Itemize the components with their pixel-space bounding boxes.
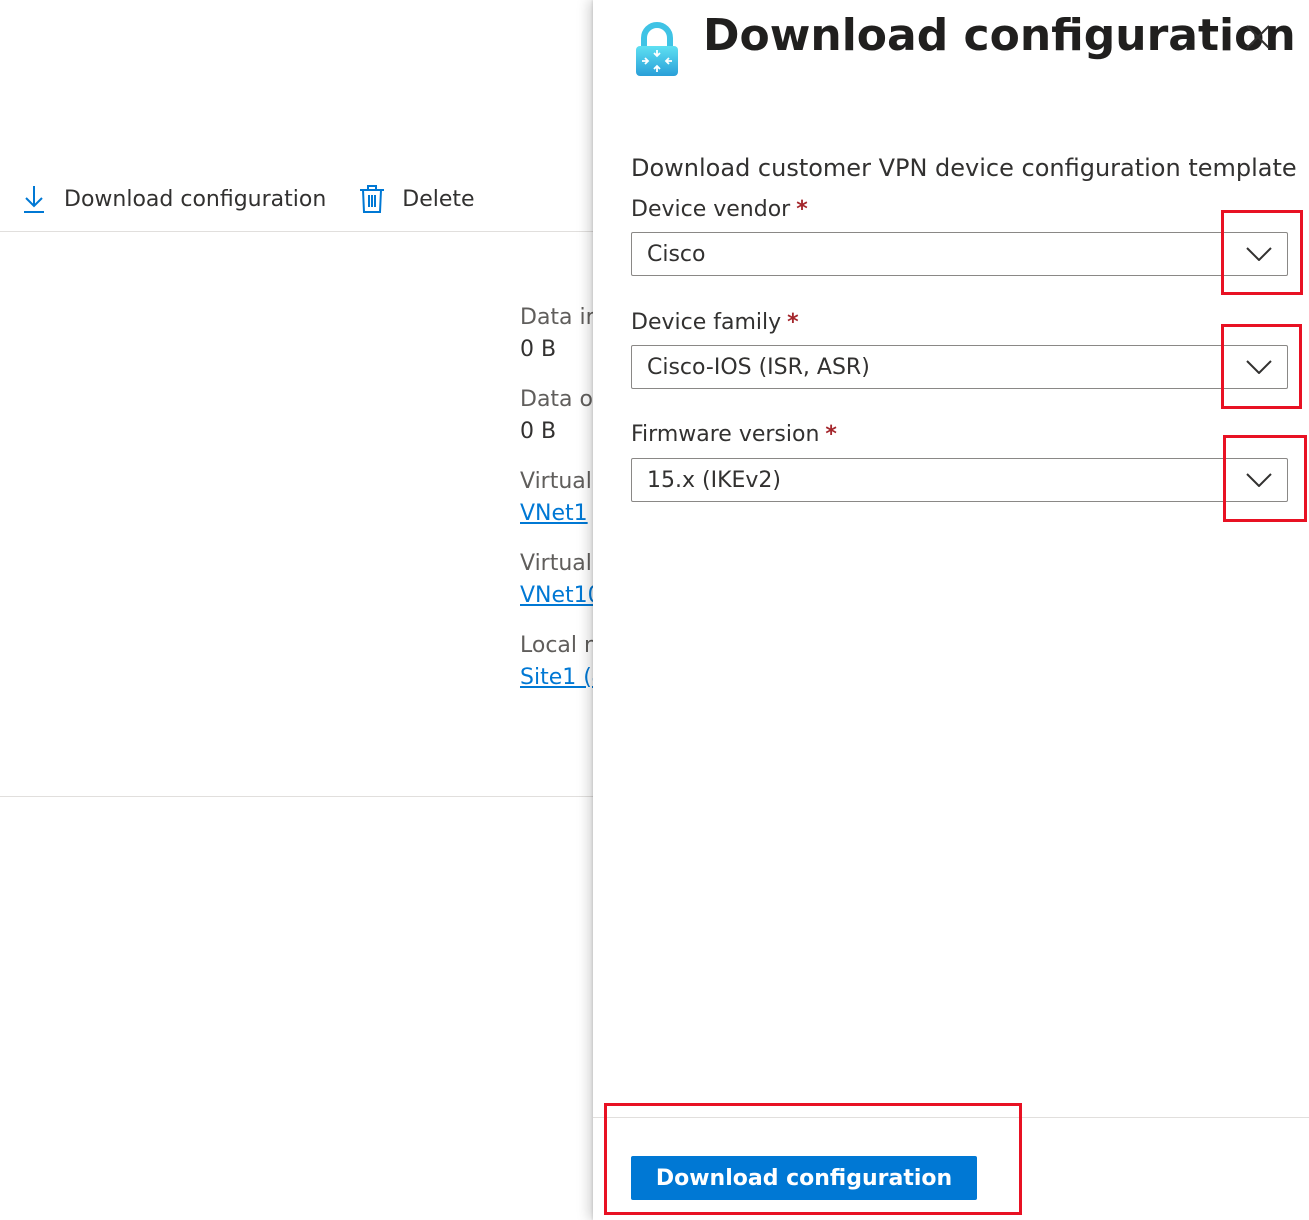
essentials-properties: Data in 0 B Data out 0 B Virtual network… <box>520 302 593 712</box>
property-link[interactable]: VNet1 <box>520 498 593 530</box>
device-family-dropdown[interactable]: Cisco-IOS (ISR, ASR) <box>631 345 1288 389</box>
delete-command[interactable]: Delete <box>358 176 475 222</box>
download-configuration-panel: Download configuration Download customer… <box>593 0 1309 1220</box>
field-label-text: Firmware version <box>631 422 820 447</box>
device-family-label: Device family * <box>631 307 799 339</box>
dropdown-selected-value: Cisco-IOS (ISR, ASR) <box>647 354 870 380</box>
property-link[interactable]: VNet10 <box>520 580 593 612</box>
section-divider <box>0 796 593 797</box>
dropdown-selected-value: 15.x (IKEv2) <box>647 467 781 493</box>
property-label: Data out <box>520 387 593 412</box>
trash-icon <box>358 184 386 214</box>
chevron-down-icon[interactable] <box>1231 233 1287 275</box>
property-value: 0 B <box>520 419 557 444</box>
property-local-network-gateway: Local network gateway Site1 (4 <box>520 630 593 712</box>
firmware-version-dropdown[interactable]: 15.x (IKEv2) <box>631 458 1288 502</box>
required-marker: * <box>787 310 799 335</box>
property-value: 0 B <box>520 337 557 362</box>
property-label: Virtual network <box>520 469 593 494</box>
panel-title: Download configuration <box>703 10 1296 61</box>
download-icon <box>20 184 48 214</box>
toolbar-divider <box>0 231 593 232</box>
firmware-version-label: Firmware version * <box>631 419 837 451</box>
property-virtual-network-2: Virtual network VNet10 <box>520 548 593 630</box>
field-label-text: Device vendor <box>631 197 791 222</box>
close-button[interactable] <box>1241 20 1275 54</box>
required-marker: * <box>796 197 808 222</box>
vpn-lock-icon <box>633 22 681 78</box>
close-icon <box>1246 25 1270 49</box>
panel-footer-divider <box>593 1117 1309 1118</box>
required-marker: * <box>825 422 837 447</box>
property-data-out: Data out 0 B <box>520 384 593 466</box>
resource-overview-page: Download configuration Delete Data in 0 … <box>0 0 593 1220</box>
download-configuration-command[interactable]: Download configuration <box>20 176 326 222</box>
panel-description: Download customer VPN device configurati… <box>631 154 1297 182</box>
device-vendor-label: Device vendor * <box>631 194 808 226</box>
device-vendor-dropdown[interactable]: Cisco <box>631 232 1288 276</box>
property-virtual-network-1: Virtual network VNet1 <box>520 466 593 548</box>
property-link[interactable]: Site1 (4 <box>520 662 593 694</box>
field-label-text: Device family <box>631 310 782 335</box>
dropdown-selected-value: Cisco <box>647 241 706 267</box>
chevron-down-icon[interactable] <box>1231 459 1287 501</box>
command-bar: Download configuration Delete <box>0 176 593 222</box>
download-configuration-button[interactable]: Download configuration <box>631 1156 977 1200</box>
chevron-down-icon[interactable] <box>1231 346 1287 388</box>
property-label: Data in <box>520 305 593 330</box>
property-data-in: Data in 0 B <box>520 302 593 384</box>
download-configuration-label: Download configuration <box>64 186 327 212</box>
delete-label: Delete <box>402 186 475 212</box>
property-label: Local network gateway <box>520 633 593 658</box>
property-label: Virtual network <box>520 551 593 576</box>
